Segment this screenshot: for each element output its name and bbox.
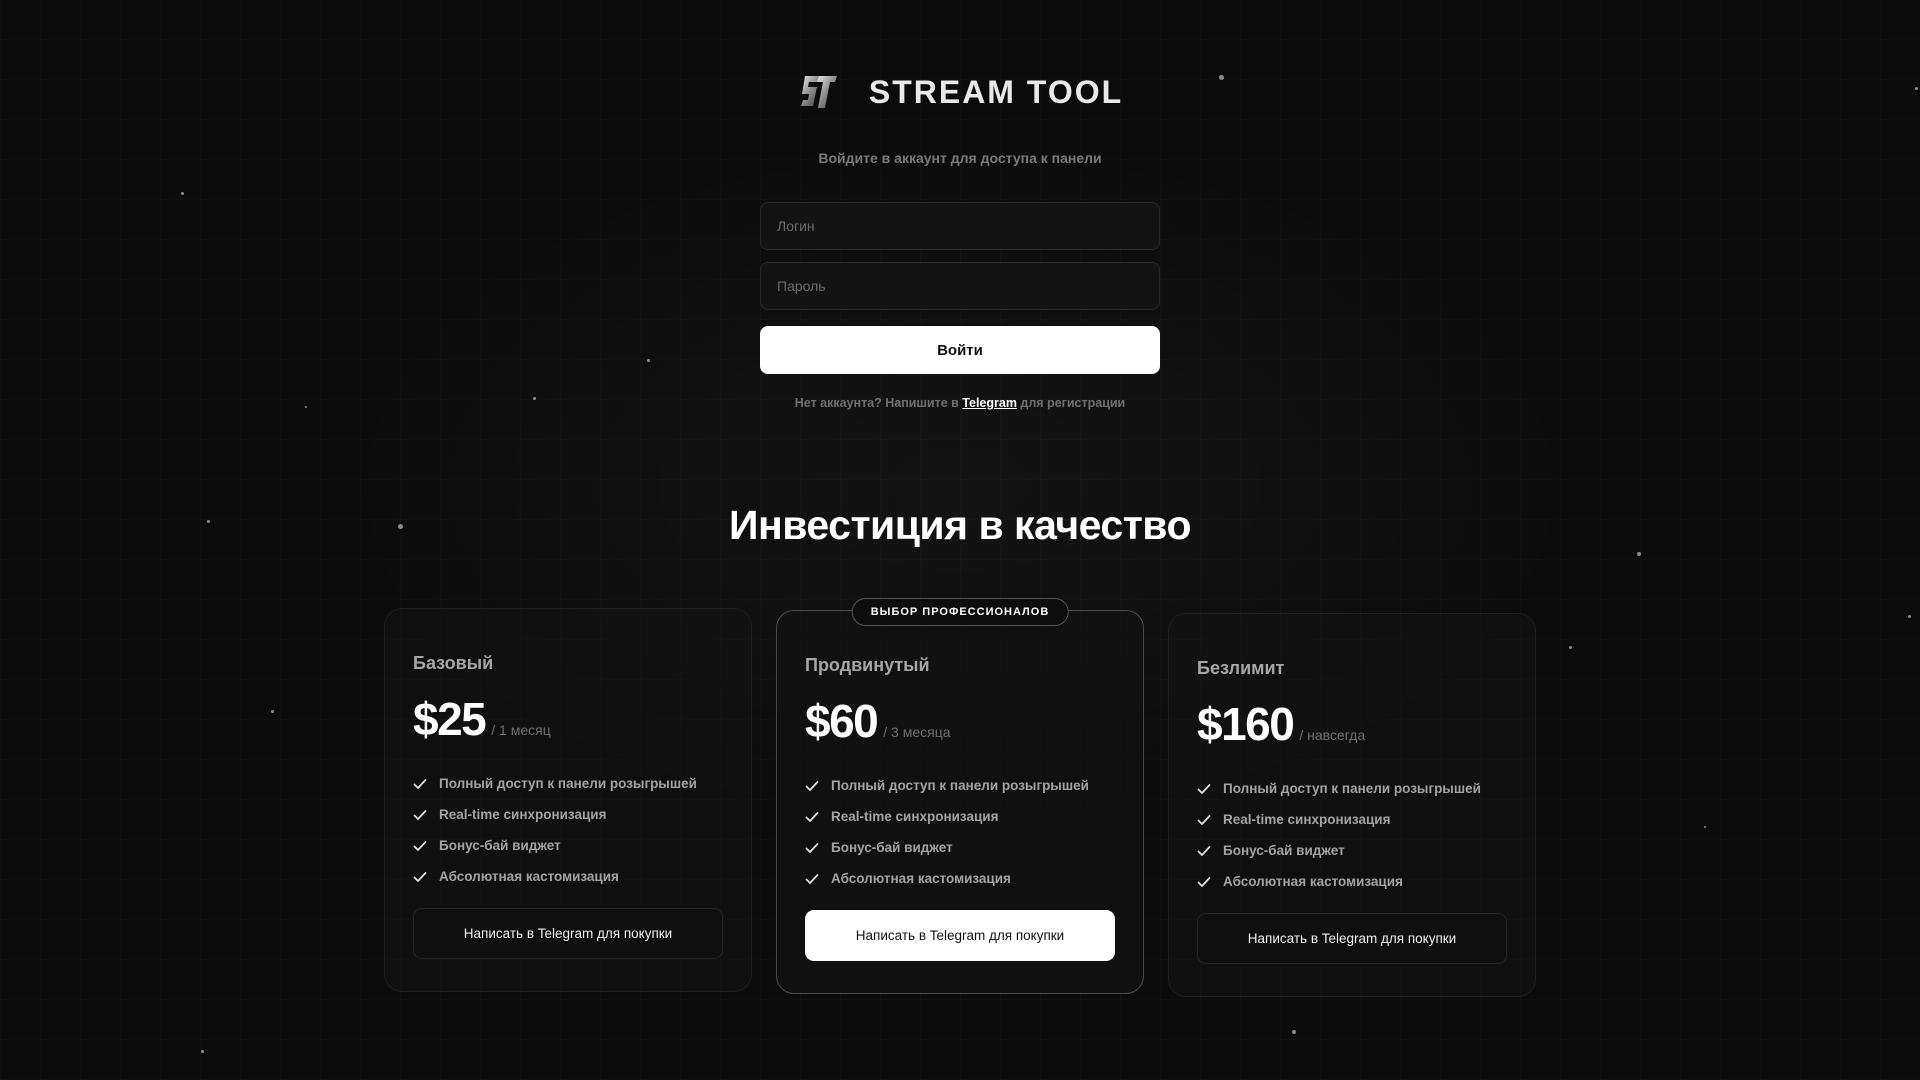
background-star [201, 1050, 204, 1053]
feature-label: Бонус-бай виджет [1223, 843, 1345, 858]
plan-price: $160 [1197, 698, 1295, 750]
check-icon [1197, 814, 1211, 825]
background-star [1704, 826, 1706, 828]
feature-item: Абсолютная кастомизация [413, 861, 723, 892]
plan-card-basic: Базовый $25 / 1 месяц Полный доступ к па… [384, 608, 752, 992]
background-star [1908, 615, 1911, 618]
plan-card-unlimited: Безлимит $160 / навсегда Полный доступ к… [1168, 613, 1536, 997]
feature-label: Real-time синхронизация [831, 809, 999, 824]
buy-telegram-button[interactable]: Написать в Telegram для покупки [1197, 913, 1507, 964]
check-icon [413, 778, 427, 789]
check-icon [1197, 845, 1211, 856]
background-star [271, 710, 274, 713]
buy-telegram-button[interactable]: Написать в Telegram для покупки [805, 910, 1115, 961]
plan-price: $60 [805, 695, 879, 747]
check-icon [413, 809, 427, 820]
pricing-title: Инвестиция в качество [728, 502, 1192, 548]
feature-list: Полный доступ к панели розыгрышей Real-t… [1197, 773, 1507, 897]
feature-item: Real-time синхронизация [413, 799, 723, 830]
featured-badge: ВЫБОР ПРОФЕССИОНАЛОВ [851, 598, 1069, 626]
feature-list: Полный доступ к панели розыгрышей Real-t… [805, 770, 1115, 894]
plan-card-advanced: ВЫБОР ПРОФЕССИОНАЛОВ Продвинутый $60 / 3… [776, 598, 1144, 994]
feature-item: Абсолютная кастомизация [1197, 866, 1507, 897]
buy-telegram-button[interactable]: Написать в Telegram для покупки [413, 908, 723, 959]
telegram-link[interactable]: Telegram [962, 396, 1017, 410]
feature-list: Полный доступ к панели розыгрышей Real-t… [413, 768, 723, 892]
feature-label: Абсолютная кастомизация [831, 871, 1011, 886]
feature-label: Бонус-бай виджет [831, 840, 953, 855]
background-star [647, 359, 650, 362]
check-icon [805, 811, 819, 822]
feature-item: Полный доступ к панели розыгрышей [805, 770, 1115, 801]
background-star [1637, 552, 1641, 556]
background-star [1569, 646, 1572, 649]
login-button[interactable]: Войти [760, 326, 1160, 374]
check-icon [805, 842, 819, 853]
plan-name: Безлимит [1197, 658, 1285, 678]
feature-label: Абсолютная кастомизация [1223, 874, 1403, 889]
plan-period: / 1 месяц [491, 722, 551, 738]
login-input[interactable] [760, 202, 1160, 250]
feature-item: Бонус-бай виджет [413, 830, 723, 861]
price-row: $25 / 1 месяц [413, 692, 723, 746]
login-subtitle: Войдите в аккаунт для доступа к панели [818, 150, 1102, 166]
check-icon [1197, 783, 1211, 794]
background-star [181, 192, 184, 195]
check-icon [805, 780, 819, 791]
price-row: $160 / навсегда [1197, 697, 1507, 751]
register-hint: Нет аккаунта? Напишите в Telegram для ре… [0, 396, 1920, 410]
st-logo-icon [800, 76, 837, 108]
password-input[interactable] [760, 262, 1160, 310]
plan-price: $25 [413, 693, 487, 745]
plan-period: / навсегда [1299, 727, 1366, 743]
feature-item: Полный доступ к панели розыгрышей [1197, 773, 1507, 804]
background-star [1292, 1030, 1296, 1034]
check-icon [1197, 876, 1211, 887]
brand-header: STREAM TOOL [0, 70, 1920, 114]
feature-label: Полный доступ к панели розыгрышей [1223, 781, 1481, 796]
check-icon [805, 873, 819, 884]
feature-item: Абсолютная кастомизация [805, 863, 1115, 894]
feature-item: Real-time синхронизация [805, 801, 1115, 832]
feature-item: Бонус-бай виджет [1197, 835, 1507, 866]
check-icon [413, 871, 427, 882]
brand-title: STREAM TOOL [868, 73, 1124, 110]
feature-item: Бонус-бай виджет [805, 832, 1115, 863]
register-suffix: для регистрации [1016, 396, 1126, 410]
feature-label: Полный доступ к панели розыгрышей [439, 776, 697, 791]
feature-item: Полный доступ к панели розыгрышей [413, 768, 723, 799]
feature-label: Полный доступ к панели розыгрышей [831, 778, 1089, 793]
feature-item: Real-time синхронизация [1197, 804, 1507, 835]
plan-name: Продвинутый [805, 655, 930, 675]
feature-label: Real-time синхронизация [439, 807, 607, 822]
check-icon [413, 840, 427, 851]
price-row: $60 / 3 месяца [805, 694, 1115, 748]
feature-label: Абсолютная кастомизация [439, 869, 619, 884]
register-prefix: Нет аккаунта? Напишите в [794, 396, 963, 410]
feature-label: Real-time синхронизация [1223, 812, 1391, 827]
plan-period: / 3 месяца [883, 724, 951, 740]
plan-name: Базовый [413, 653, 494, 673]
feature-label: Бонус-бай виджет [439, 838, 561, 853]
